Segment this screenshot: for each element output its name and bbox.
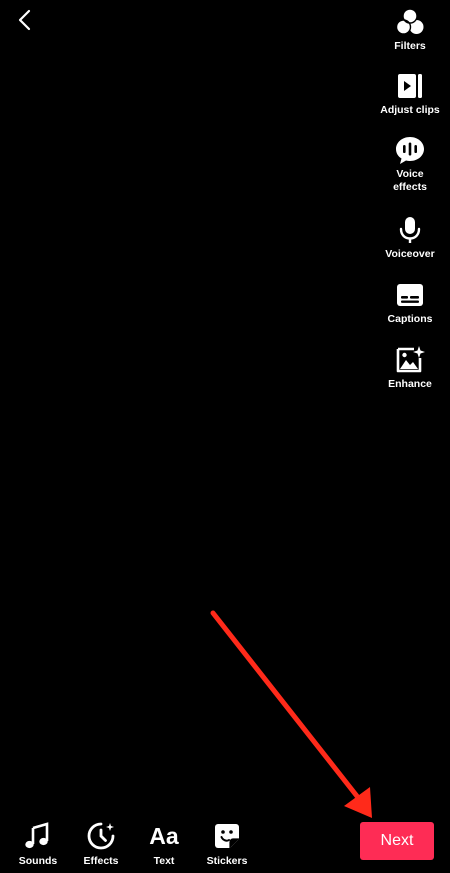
rail-item-filters[interactable]: Filters: [370, 6, 450, 53]
tool-text[interactable]: Aa Text: [132, 821, 196, 867]
stickers-icon: [212, 821, 242, 851]
text-icon: Aa: [149, 821, 179, 851]
tool-label-stickers: Stickers: [206, 855, 248, 867]
rail-label-enhance: Enhance: [388, 378, 432, 390]
rail-label-voiceover: Voiceover: [385, 248, 435, 260]
rail-label-filters: Filters: [394, 40, 426, 52]
captions-icon: [394, 279, 426, 311]
rail-label-voice-effects: Voice effects: [393, 168, 427, 193]
text-glyph: Aa: [149, 823, 179, 849]
rail-item-captions[interactable]: Captions: [370, 279, 450, 326]
enhance-icon: [394, 344, 426, 376]
tool-stickers[interactable]: Stickers: [195, 821, 259, 867]
effects-icon: [86, 821, 116, 851]
voice-effects-icon: [394, 134, 426, 166]
rail-item-adjust-clips[interactable]: Adjust clips: [370, 70, 450, 117]
rail-item-enhance[interactable]: Enhance: [370, 344, 450, 391]
chevron-left-icon: [18, 9, 31, 31]
adjust-clips-icon: [394, 70, 426, 102]
microphone-icon: [394, 214, 426, 246]
music-note-icon: [23, 821, 53, 851]
rail-label-captions: Captions: [387, 313, 433, 325]
tool-label-text: Text: [153, 855, 175, 867]
annotation-arrow-icon: [210, 610, 372, 818]
back-button[interactable]: [10, 5, 40, 35]
rail-item-voice-effects[interactable]: Voice effects: [370, 134, 450, 194]
tool-effects[interactable]: Effects: [69, 821, 133, 867]
video-editor-screen: Filters Adjust clips Voice effects Voice…: [0, 0, 450, 873]
rail-label-adjust-clips: Adjust clips: [380, 104, 440, 116]
next-button[interactable]: Next: [360, 822, 434, 860]
tool-label-sounds: Sounds: [18, 855, 58, 867]
rail-item-voiceover[interactable]: Voiceover: [370, 214, 450, 261]
tool-sounds[interactable]: Sounds: [6, 821, 70, 867]
filters-icon: [394, 6, 426, 38]
tool-label-effects: Effects: [83, 855, 119, 867]
